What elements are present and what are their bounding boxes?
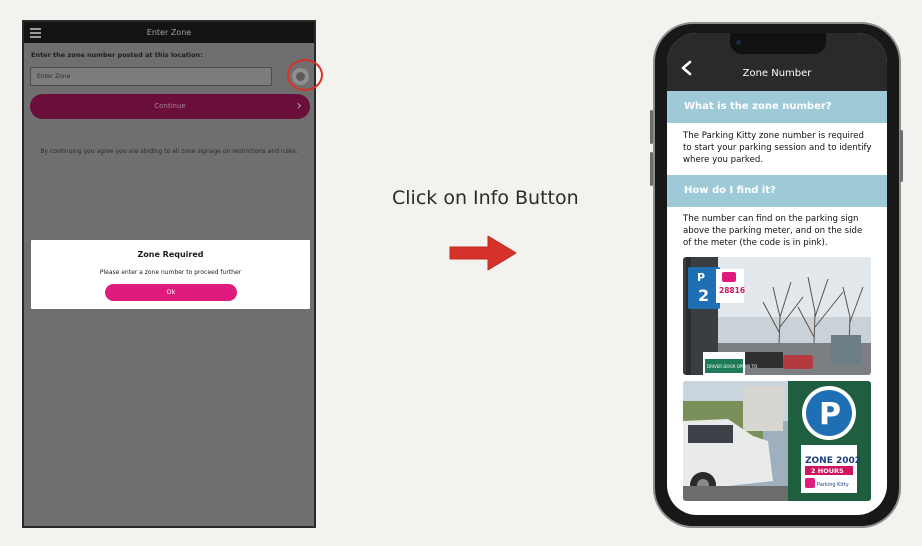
continue-label: Continue: [154, 102, 186, 110]
section-body: The number can find on the parking sign …: [683, 214, 863, 248]
highlight-circle: [287, 59, 323, 91]
dialog-message: Please enter a zone number to proceed fu…: [99, 269, 242, 276]
phone-notch: [730, 33, 826, 54]
agreement-text: By continuing you agree you are abiding …: [40, 148, 298, 155]
app-title: Zone Number: [742, 68, 812, 79]
section-heading: How do I find it?: [667, 175, 887, 207]
phone-screen: Zone Number What is the zone number? The…: [667, 33, 887, 515]
meter-hours: 2 HOURS: [811, 467, 844, 475]
app-header: Zone Number: [667, 33, 887, 91]
meter-app: Parking Kitty: [817, 482, 849, 488]
parking-meter-photo: P ZONE 2002 2 HOURS Parking Kitty: [683, 381, 871, 501]
meter-zone: ZONE 2002: [805, 456, 861, 466]
arrow-right-icon: [449, 235, 517, 271]
svg-text:P: P: [697, 271, 705, 284]
zone-required-dialog: Zone Required Please enter a zone number…: [31, 240, 310, 309]
svg-text:P: P: [819, 397, 841, 432]
zone-input[interactable]: Enter Zone: [30, 67, 272, 86]
phone-side-button: [650, 110, 653, 144]
instruction-caption: Click on Info Button: [392, 187, 579, 209]
top-bar: Enter Zone: [24, 22, 314, 43]
camera-dot: [736, 40, 741, 45]
chevron-right-icon: ›: [296, 98, 302, 114]
door-sign-text: DRIVER DOOR OPENS TO: [707, 364, 757, 369]
zone-label: Enter the zone number posted at this loc…: [31, 51, 203, 59]
parking-sign-photo: P 2 28816 DRIVER DOOR OPENS TO: [683, 257, 871, 375]
section-heading: What is the zone number?: [667, 91, 887, 123]
continue-button[interactable]: Continue ›: [30, 94, 310, 119]
ok-button[interactable]: Ok: [105, 284, 237, 301]
sign-code: 28816: [719, 286, 745, 295]
dialog-title: Zone Required: [137, 250, 204, 259]
screen-title: Enter Zone: [146, 28, 192, 37]
hamburger-icon[interactable]: [30, 28, 41, 38]
section-body: The Parking Kitty zone number is require…: [683, 131, 872, 165]
sign-number: 2: [698, 286, 709, 305]
phone-side-button: [900, 130, 903, 182]
phone-side-button: [650, 152, 653, 186]
enter-zone-screenshot: Enter Zone Enter the zone number posted …: [22, 20, 323, 528]
